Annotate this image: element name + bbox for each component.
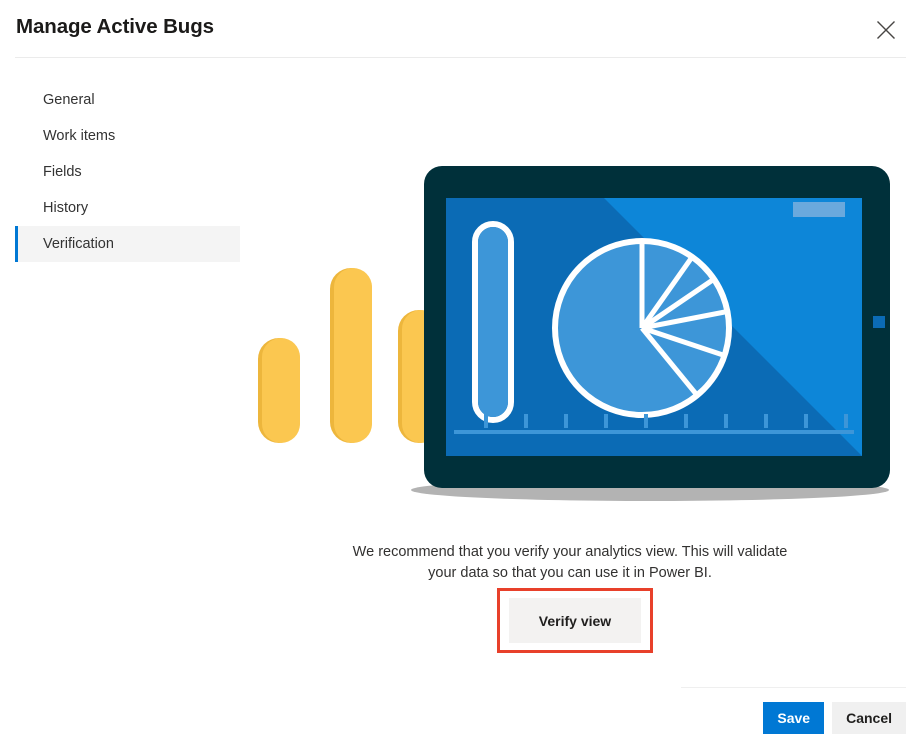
recommendation-text: We recommend that you verify your analyt…: [352, 544, 788, 581]
header-divider: [15, 57, 906, 58]
verify-view-container: Verify view: [497, 588, 653, 653]
sidebar-item-label: Verification: [43, 236, 114, 252]
sidebar-item-history[interactable]: History: [15, 190, 240, 226]
sidebar-nav: General Work items Fields History Verifi…: [15, 82, 240, 262]
sidebar-item-work-items[interactable]: Work items: [15, 118, 240, 154]
verify-view-button[interactable]: Verify view: [509, 598, 641, 643]
footer-divider: [681, 687, 906, 688]
close-button[interactable]: [868, 12, 904, 48]
save-button[interactable]: Save: [763, 702, 825, 734]
sidebar-item-verification[interactable]: Verification: [15, 226, 240, 262]
sidebar-item-label: Work items: [43, 128, 116, 144]
analytics-dashboard-illustration: [248, 158, 908, 508]
sidebar-item-label: Fields: [43, 164, 82, 180]
sidebar-item-label: General: [43, 92, 95, 108]
dialog-footer: Save Cancel: [763, 702, 906, 734]
sidebar-item-fields[interactable]: Fields: [15, 154, 240, 190]
page-title: Manage Active Bugs: [16, 15, 214, 38]
bar-chart-group: [258, 268, 440, 443]
dialog-header: Manage Active Bugs: [0, 0, 922, 57]
sidebar-item-general[interactable]: General: [15, 82, 240, 118]
close-icon: [875, 19, 897, 41]
sidebar-item-label: History: [43, 200, 89, 216]
cancel-button[interactable]: Cancel: [832, 702, 906, 734]
capsule-indicator: [472, 221, 514, 423]
